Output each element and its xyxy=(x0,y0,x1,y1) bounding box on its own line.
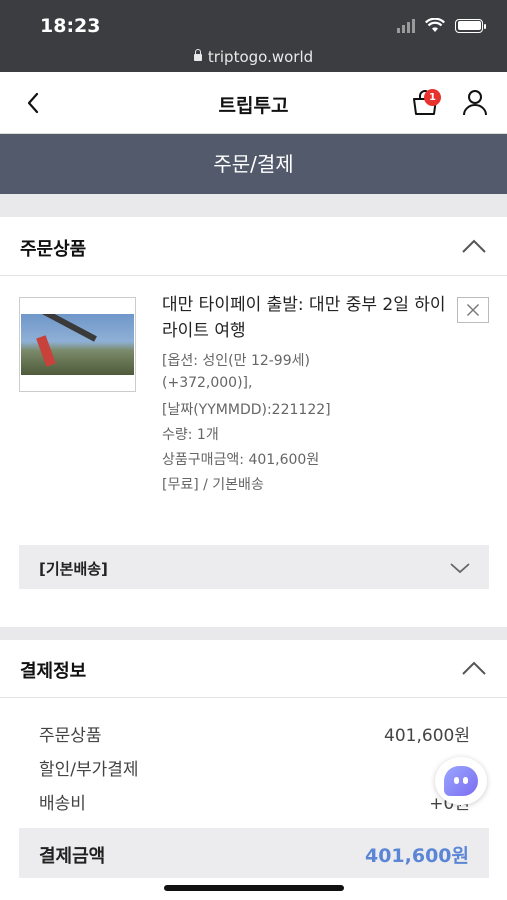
product-name[interactable]: 대만 타이페이 출발: 대만 중부 2일 하이라이트 여행 xyxy=(162,292,452,344)
product-shipping: [무료] / 기본배송 xyxy=(162,477,264,493)
order-amount-label: 주문상품 xyxy=(39,726,102,746)
section-divider xyxy=(0,275,507,276)
total-payment-bar: 결제금액 401,600원 xyxy=(19,828,489,878)
payment-section-title[interactable]: 결제정보 xyxy=(20,657,86,683)
close-icon[interactable] xyxy=(457,297,489,323)
chevron-down-icon[interactable] xyxy=(449,561,471,575)
status-bar: 18:23 triptogo.world xyxy=(0,0,507,72)
product-option-line1: [옵션: 성인(만 12-99세) xyxy=(162,353,310,369)
chatbot-icon xyxy=(444,766,478,796)
chatbot-button[interactable] xyxy=(435,757,487,805)
chevron-up-icon[interactable] xyxy=(461,660,487,676)
home-indicator[interactable] xyxy=(164,885,344,891)
user-icon[interactable] xyxy=(458,86,492,120)
order-section-title[interactable]: 주문상품 xyxy=(20,235,86,261)
cart-count-badge: 1 xyxy=(424,89,441,106)
section-divider xyxy=(0,697,507,698)
chevron-up-icon[interactable] xyxy=(461,238,487,254)
product-quantity: 수량: 1개 xyxy=(162,427,219,443)
shipping-group-label: [기본배송] xyxy=(39,560,108,578)
total-payment-value: 401,600원 xyxy=(364,845,469,867)
status-icons xyxy=(397,18,486,33)
product-price: 상품구매금액: 401,600원 xyxy=(162,452,320,468)
url-bar[interactable]: triptogo.world xyxy=(0,48,507,66)
discount-label: 할인/부가결제 xyxy=(39,760,139,780)
wifi-icon xyxy=(425,18,445,32)
total-payment-label: 결제금액 xyxy=(39,846,106,867)
shipping-fee-label: 배송비 xyxy=(39,794,86,814)
battery-icon xyxy=(455,18,486,33)
url-text: triptogo.world xyxy=(207,48,314,66)
page-title: 주문/결제 xyxy=(0,134,507,194)
shipping-group-toggle[interactable]: [기본배송] xyxy=(19,545,489,589)
status-time: 18:23 xyxy=(40,15,101,37)
order-amount-value: 401,600원 xyxy=(384,726,470,746)
product-date: [날짜(YYMMDD):221122] xyxy=(162,402,331,418)
product-option-line2: (+372,000)], xyxy=(162,375,253,391)
lock-icon xyxy=(193,49,202,61)
signal-icon xyxy=(397,18,415,33)
product-thumbnail[interactable] xyxy=(19,297,136,392)
